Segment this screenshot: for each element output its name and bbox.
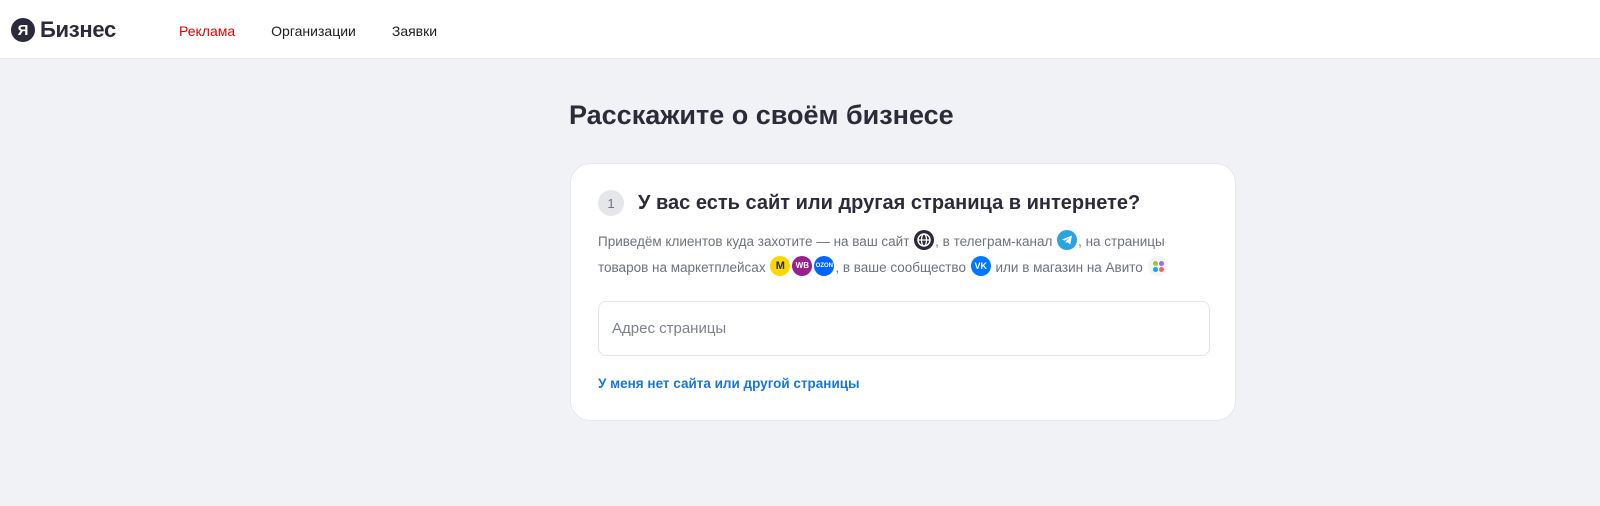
page-address-input[interactable] [598, 301, 1210, 356]
yandex-market-icon: M [770, 256, 791, 277]
main-nav: Реклама Организации Заявки [179, 23, 437, 39]
desc-text-2: , в телеграм-канал [935, 234, 1053, 249]
no-site-link[interactable]: У меня нет сайта или другой страницы [598, 376, 860, 391]
globe-icon [914, 230, 935, 251]
avito-dot-green [1152, 261, 1158, 267]
logo-text: Бизнес [40, 17, 116, 42]
top-header: Я Бизнес Реклама Организации Заявки [0, 5, 1600, 59]
telegram-icon [1057, 230, 1078, 251]
yandex-business-logo[interactable]: Я Бизнес [11, 17, 116, 43]
avito-dot-blue [1152, 267, 1158, 273]
step-number-badge: 1 [598, 190, 624, 216]
desc-text-1: Приведём клиентов куда захотите — на ваш… [598, 234, 910, 249]
nav-item-organizations[interactable]: Организации [271, 23, 356, 39]
step-header: 1 У вас есть сайт или другая страница в … [598, 190, 1140, 216]
page-title: Расскажите о своём бизнесе [569, 100, 954, 130]
desc-text-4: , в ваше сообщество [835, 260, 966, 275]
nav-item-ads[interactable]: Реклама [179, 23, 235, 39]
desc-text-5: или в магазин на Авито [995, 260, 1143, 275]
yandex-logo-icon: Я [11, 18, 35, 42]
step-card: 1 У вас есть сайт или другая страница в … [570, 163, 1236, 421]
nav-item-requests[interactable]: Заявки [392, 23, 437, 39]
ozon-icon: OZON [814, 256, 835, 277]
avito-icon [1147, 256, 1168, 277]
step-description: Приведём клиентов куда захотите — на ваш… [598, 229, 1198, 281]
step-question: У вас есть сайт или другая страница в ин… [638, 191, 1141, 214]
wildberries-icon: WB [792, 256, 813, 277]
avito-dot-purple [1158, 261, 1164, 267]
vk-icon: VK [970, 256, 991, 277]
avito-dot-red [1158, 267, 1164, 273]
